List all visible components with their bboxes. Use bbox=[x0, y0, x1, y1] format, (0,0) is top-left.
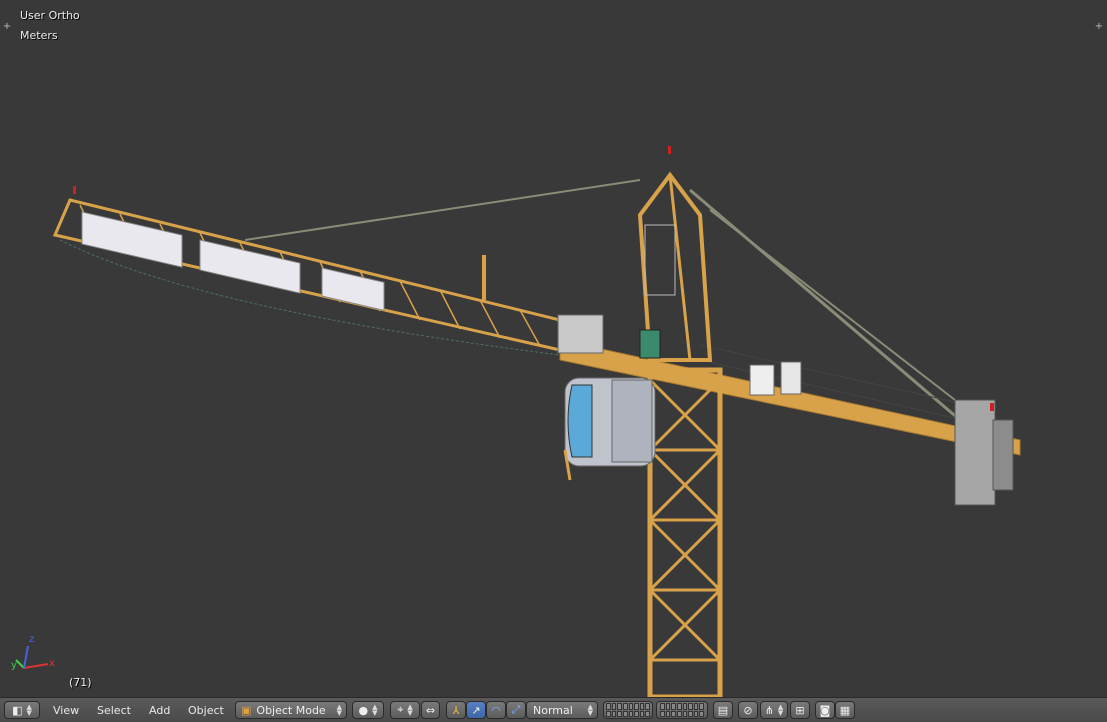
object-mode-icon: ▣ bbox=[241, 703, 252, 717]
layers-icon bbox=[660, 703, 704, 717]
menu-select[interactable]: Select bbox=[97, 704, 131, 717]
transform-orientation-dropdown[interactable]: Normal ▲ ▼ bbox=[526, 701, 598, 719]
render-animation-button[interactable]: ▦ bbox=[835, 701, 855, 719]
viewport-header: ◧ ▲ ▼ View Select Add Object ▣ Object Mode… bbox=[0, 697, 1107, 722]
menu-add[interactable]: Add bbox=[149, 704, 170, 717]
widget-button[interactable]: ⇔ bbox=[421, 701, 440, 719]
clapper-icon: ▦ bbox=[839, 703, 851, 717]
arrow-icon: ↗ bbox=[471, 703, 481, 717]
orientation-label: Normal bbox=[533, 703, 573, 717]
pivot-point-dropdown[interactable]: ⌖ ▲ ▼ bbox=[390, 701, 420, 719]
viewport-type-icon: ◧ bbox=[12, 703, 23, 717]
view-name-label: User Ortho bbox=[20, 9, 80, 22]
region-expand-left-icon[interactable]: + bbox=[2, 22, 12, 32]
scale-manipulator[interactable]: ⤢ bbox=[506, 701, 526, 719]
layer-group-1[interactable] bbox=[603, 701, 653, 719]
crane-scene: z y x bbox=[11, 146, 1021, 697]
svg-text:z: z bbox=[29, 634, 34, 645]
magnet-ring-icon: ⊘ bbox=[743, 703, 753, 717]
pivot-icon: ⌖ bbox=[397, 703, 404, 716]
units-label: Meters bbox=[20, 29, 58, 42]
translate-manipulator[interactable]: ↗ bbox=[466, 701, 486, 719]
axis-gizmo: z y x bbox=[11, 634, 55, 671]
render-icon: ◙ bbox=[819, 703, 831, 717]
snap-icon: ⋔ bbox=[764, 703, 774, 717]
manipulator-icon: ⇔ bbox=[425, 703, 436, 717]
snap-target-button[interactable]: ⊞ bbox=[790, 701, 810, 719]
svg-text:y: y bbox=[11, 660, 17, 671]
region-expand-right-icon[interactable]: + bbox=[1094, 22, 1104, 32]
3d-viewport[interactable]: z y x User Ortho Meters + + (71) bbox=[0, 0, 1107, 697]
layer-group-2[interactable] bbox=[656, 701, 708, 719]
proportional-edit-button[interactable]: ⊘ bbox=[738, 701, 758, 719]
svg-text:x: x bbox=[49, 658, 55, 669]
viewport-shading-icon: ● bbox=[358, 703, 369, 717]
rotate-icon: ◠ bbox=[491, 703, 501, 717]
frame-number: (71) bbox=[69, 676, 92, 689]
mode-label: Object Mode bbox=[256, 703, 326, 717]
viewport-shading-dropdown[interactable]: ● ▲ ▼ bbox=[352, 701, 384, 719]
axis-icon: ⅄ bbox=[452, 703, 460, 717]
snap-element-dropdown[interactable]: ⋔ ▲ ▼ bbox=[760, 701, 788, 719]
menu-view[interactable]: View bbox=[53, 704, 79, 717]
snap-target-icon: ⊞ bbox=[795, 703, 805, 717]
rotate-manipulator[interactable]: ◠ bbox=[486, 701, 506, 719]
transform-toggle[interactable]: ⅄ bbox=[446, 701, 466, 719]
mode-dropdown[interactable]: ▣ Object Mode ▲ ▼ bbox=[235, 701, 347, 719]
menu-object[interactable]: Object bbox=[188, 704, 224, 717]
scale-icon: ⤢ bbox=[511, 703, 521, 716]
editor-type-button[interactable]: ◧ ▲ ▼ bbox=[4, 701, 40, 719]
layers-icon bbox=[606, 703, 650, 717]
document-icon: ▤ bbox=[717, 703, 729, 717]
lock-layers-button[interactable]: ▤ bbox=[713, 701, 733, 719]
render-opengl-button[interactable]: ◙ bbox=[815, 701, 835, 719]
